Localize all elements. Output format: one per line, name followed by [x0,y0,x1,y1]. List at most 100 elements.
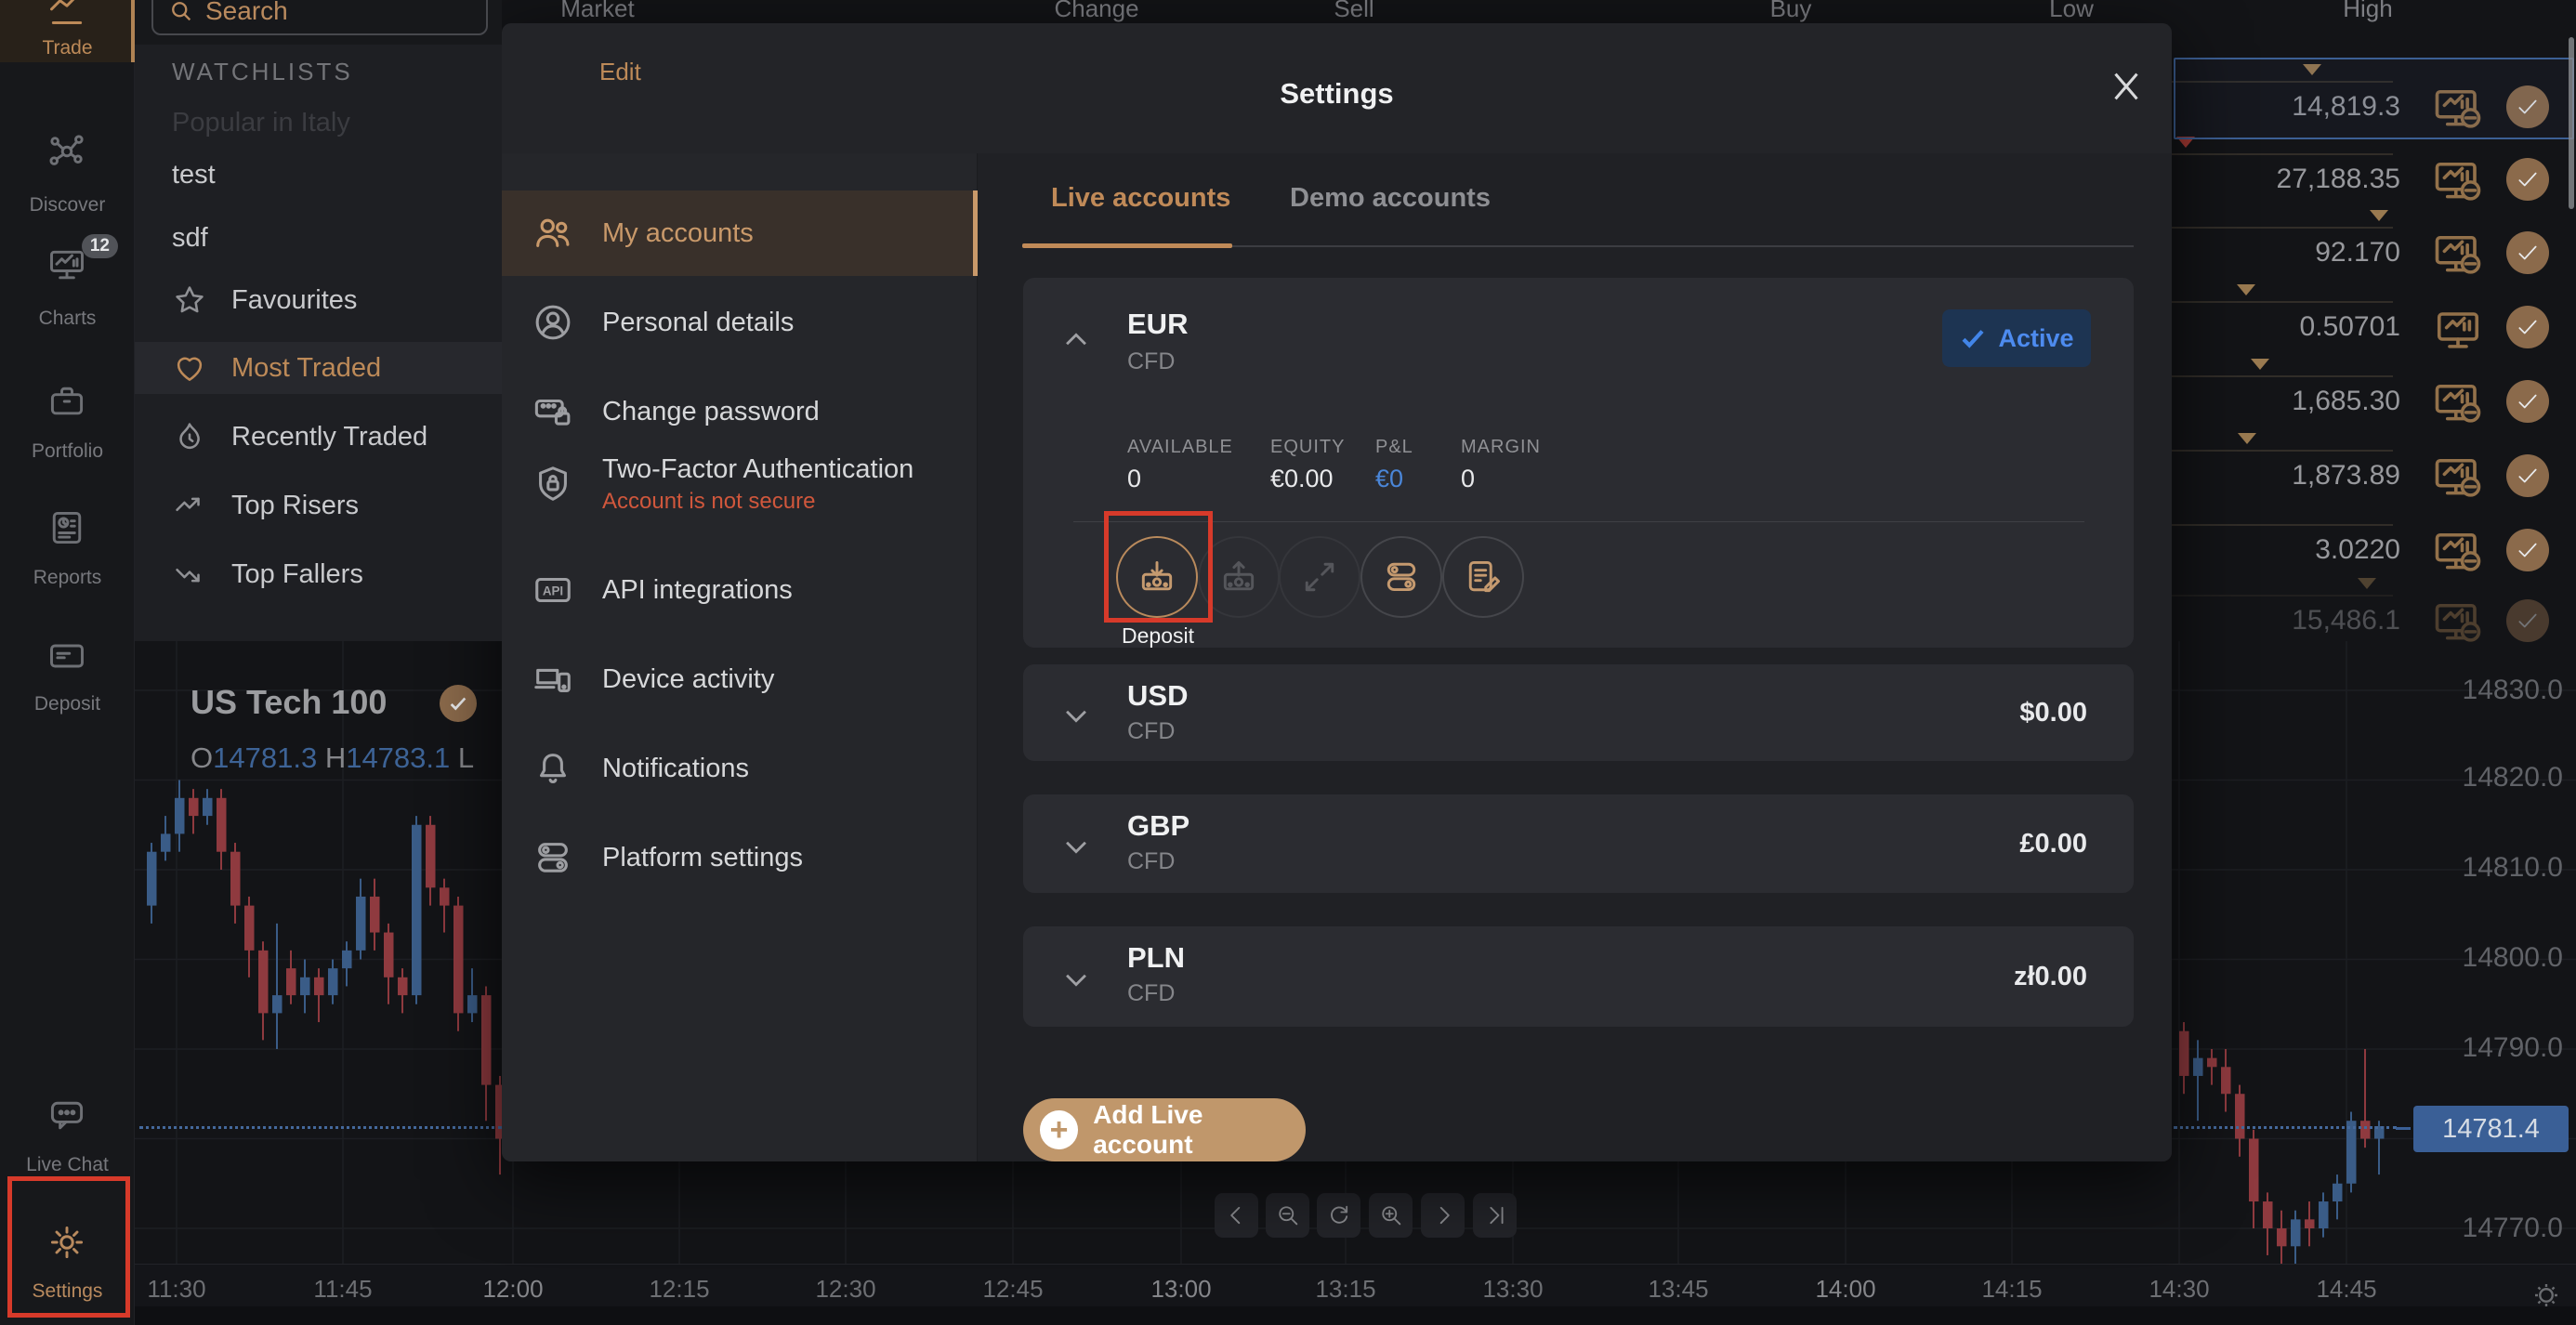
watchlist-item-popular-in-italy[interactable]: Popular in Italy [135,97,502,149]
bottom-strip [0,1306,2576,1325]
account-card-gbp[interactable]: GBP CFD £0.00 [1023,794,2134,893]
sidebar-item-portfolio[interactable]: Portfolio [0,367,135,477]
tab-live-accounts[interactable]: Live accounts [1051,183,1230,214]
trade-icon [50,0,83,24]
annotation-box-settings [7,1176,130,1318]
transfer-button[interactable] [1279,536,1360,618]
check-icon [2518,613,2537,628]
open-chart-button[interactable] [2433,380,2483,423]
collapse-chevron-up-icon[interactable] [1060,324,1092,356]
watch-check-toggle[interactable] [2506,529,2549,571]
devices-icon [534,668,571,692]
watch-check-toggle[interactable] [2506,599,2549,642]
expand-chevron-down-icon[interactable] [1060,964,1092,995]
sparkline-baseline [2172,227,2393,229]
zoom-in-button[interactable] [1369,1193,1413,1238]
watch-check-toggle[interactable] [2506,158,2549,201]
watchlists-edit-button[interactable]: Edit [599,58,641,86]
sidebar-item-reports[interactable]: Reports [0,492,135,602]
monitor-minus-icon [2435,384,2481,423]
column-header-buy: Buy [1769,0,1812,22]
add-live-account-button[interactable]: + Add Live account [1023,1098,1306,1161]
watchlist-item-sdf[interactable]: sdf [135,212,502,264]
watch-check-toggle[interactable] [2506,306,2549,348]
open-chart-button[interactable] [2433,306,2483,348]
settings-nav-platform-settings[interactable]: Platform settings [502,813,978,902]
chart-display-settings-icon[interactable] [2530,1279,2563,1312]
star-icon [176,286,204,313]
go-to-end-button[interactable] [1473,1193,1517,1238]
sidebar-item-trade[interactable]: Trade [0,0,135,62]
toggles-icon [538,843,568,872]
expand-chevron-down-icon[interactable] [1060,700,1092,731]
column-header-sell: Sell [1334,0,1374,22]
act-transfer-icon [1305,562,1334,592]
search-input[interactable]: Search [151,0,488,35]
check-icon [2518,172,2537,187]
sidebar-item-live-chat[interactable]: Live Chat [0,1080,135,1189]
settings-nav-two-factor-authentication[interactable]: Two-Factor Authentication Account is not … [502,439,978,529]
watch-check-toggle[interactable] [2506,380,2549,423]
switch-account-button[interactable] [1360,536,1442,618]
open-chart-button[interactable] [2433,231,2483,274]
open-chart-button[interactable] [2433,529,2483,571]
open-chart-button[interactable] [2433,454,2483,497]
act-edit-icon [1468,560,1500,593]
app-root: Market Change Sell Buy Low High 14,819.3 27,18… [0,0,2576,1325]
account-currency: EUR [1127,308,1189,340]
sidebar-item-charts[interactable]: 12 Charts [0,232,135,342]
prev-button[interactable] [1215,1193,1258,1238]
settings-nav-device-activity[interactable]: Device activity [502,635,978,724]
watchlist-item-recently-traded[interactable]: Recently Traded [135,411,502,463]
price-axis-label: 14800.0 [2462,942,2563,973]
act-withdraw-icon [1223,560,1255,591]
open-chart-button[interactable] [2433,599,2483,642]
close-icon[interactable] [2105,65,2148,108]
account-card-usd[interactable]: USD CFD $0.00 [1023,664,2134,761]
discover-icon [49,135,84,165]
chart-symbol-title: US Tech 100 [191,683,388,721]
price-direction-down-icon [2238,433,2256,444]
expand-chevron-down-icon[interactable] [1060,831,1092,862]
refresh-button[interactable] [1317,1193,1360,1238]
bell-icon [540,754,566,783]
sidebar-item-deposit[interactable]: Deposit [0,621,135,730]
watchlist-item-most-traded[interactable]: Most Traded [135,342,502,394]
watch-check-toggle[interactable] [2506,454,2549,497]
watchlist-item-top-risers[interactable]: Top Risers [135,479,502,531]
watchlist-item-top-fallers[interactable]: Top Fallers [135,548,502,600]
toggles-icon [1387,562,1416,592]
edit-account-button[interactable] [1442,536,1524,618]
symbol-check-badge[interactable] [440,685,477,722]
charts-icon [50,250,84,280]
active-tab-underline [1022,243,1232,248]
account-card-pln[interactable]: PLN CFD zł0.00 [1023,926,2134,1027]
settings-nav-personal-details[interactable]: Personal details [502,278,978,367]
watchlist-item-favourites[interactable]: Favourites [135,274,502,326]
trend-down-icon [176,568,200,583]
next-button[interactable] [1421,1193,1465,1238]
watch-check-toggle[interactable] [2506,231,2549,274]
watchlist-item-test[interactable]: test [135,149,502,201]
account-balance: £0.00 [2019,829,2087,859]
chat-icon [50,1101,84,1130]
active-status-badge[interactable]: Active [1942,309,2091,367]
api-icon: API [535,577,571,603]
open-chart-button[interactable] [2433,158,2483,201]
sidebar-item-discover[interactable]: Discover [0,121,135,230]
nav-item-label: Device activity [602,663,775,694]
settings-nav-api-integrations[interactable]: API API integrations [502,545,978,635]
monitor-minus-icon [2435,532,2481,571]
selected-market-row-outline[interactable] [2174,58,2574,139]
settings-nav-notifications[interactable]: Notifications [502,724,978,813]
portfolio-icon [50,387,84,415]
check-icon [2518,543,2537,558]
heart-icon [177,357,203,381]
users-icon [536,218,570,247]
zoom-out-button[interactable] [1266,1193,1309,1238]
charts-count-badge: 12 [81,234,118,258]
table-scrollbar[interactable] [2569,37,2574,209]
column-header-change: Change [1054,0,1139,22]
settings-nav-my-accounts[interactable]: My accounts [502,190,978,276]
tab-demo-accounts[interactable]: Demo accounts [1290,183,1491,214]
